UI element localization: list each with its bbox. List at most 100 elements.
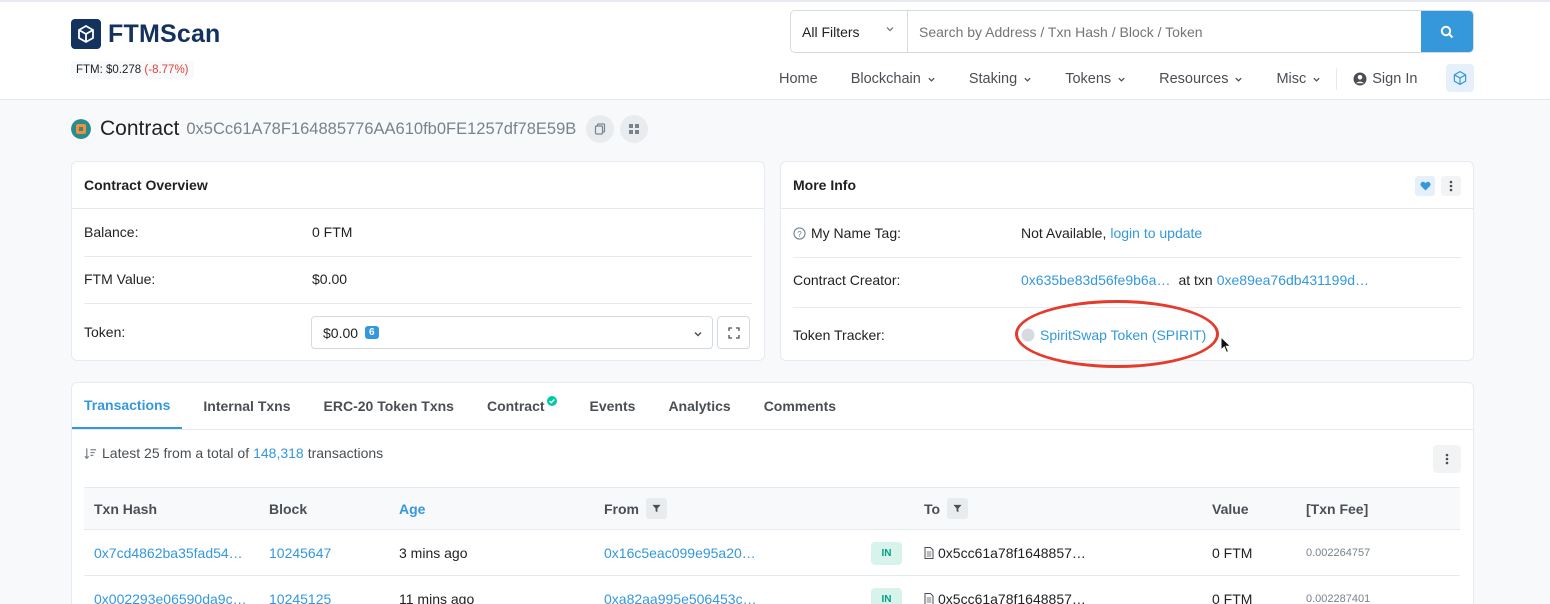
name-tag-row: ? My Name Tag: — [793, 225, 901, 241]
transactions-summary: Latest 25 from a total of 148,318 transa… — [84, 445, 383, 461]
expand-token-view-button[interactable] — [717, 316, 750, 349]
from-filter-button[interactable] — [646, 498, 667, 519]
svg-text:?: ? — [797, 228, 802, 238]
creator-txn-link[interactable]: 0xe89ea76db431199d… — [1217, 272, 1369, 288]
fee-cell: 0.002287401 — [1306, 593, 1371, 604]
chevron-down-icon — [694, 332, 702, 337]
block-link[interactable]: 10245125 — [269, 591, 331, 604]
heart-icon — [1419, 181, 1431, 191]
age-cell: 3 mins ago — [399, 545, 468, 561]
balance-row: Balance: — [84, 224, 138, 240]
tab-erc20-token-txns[interactable]: ERC-20 Token Txns — [312, 383, 466, 429]
nav-home-label: Home — [779, 71, 818, 87]
sign-in-label: Sign In — [1372, 71, 1418, 87]
token-holdings-dropdown[interactable]: $0.00 6 — [311, 316, 713, 349]
creator-value: 0x635be83d56fe9b6a… at txn 0xe89ea76db43… — [1021, 272, 1369, 288]
more-info-title: More Info — [781, 162, 1473, 209]
search-button[interactable] — [1421, 11, 1473, 52]
creator-at-txn: at txn — [1178, 272, 1213, 288]
fee-cell: 0.002264757 — [1306, 547, 1371, 559]
table-header: Txn Hash Block Age From To Value [Txn Fe… — [84, 487, 1460, 530]
main-nav: Home Blockchain Staking Tokens Resources… — [779, 65, 1417, 93]
col-age[interactable]: Age — [399, 488, 425, 529]
nav-home[interactable]: Home — [779, 71, 818, 87]
divider — [84, 303, 752, 304]
balance-label: Balance: — [84, 224, 139, 240]
chevron-down-icon — [928, 77, 935, 82]
contract-overview-card: Contract Overview Balance: 0 FTM FTM Val… — [71, 161, 765, 361]
name-tag-value: Not Available, login to update — [1021, 225, 1202, 241]
favorite-button[interactable] — [1415, 176, 1435, 196]
block-link[interactable]: 10245647 — [269, 545, 331, 561]
tab-analytics[interactable]: Analytics — [656, 383, 742, 429]
tab-contract[interactable]: Contract — [475, 383, 569, 429]
token-holdings-value: $0.00 — [323, 324, 359, 341]
qr-code-button[interactable] — [620, 115, 649, 143]
contract-file-icon — [924, 547, 934, 559]
contract-file-icon — [924, 593, 934, 604]
ftm-price-change: (-8.77%) — [144, 64, 189, 76]
user-circle-icon — [1353, 72, 1367, 86]
nav-blockchain-label: Blockchain — [850, 71, 921, 87]
question-circle-icon: ? — [793, 226, 806, 240]
search-filter-select[interactable]: All Filters — [791, 11, 908, 52]
network-switch-button[interactable] — [1446, 64, 1474, 92]
from-address-link[interactable]: 0xa82aa995e506453c… — [604, 591, 757, 604]
summary-count-link[interactable]: 148,318 — [253, 445, 304, 461]
page-title: Contract 0x5Cc61A78F164885776AA610fb0FE1… — [71, 114, 654, 144]
tab-events[interactable]: Events — [578, 383, 648, 429]
nav-blockchain[interactable]: Blockchain — [851, 71, 936, 87]
to-filter-button[interactable] — [947, 498, 969, 519]
divider — [84, 256, 752, 257]
table-options-button[interactable] — [1433, 445, 1461, 473]
fantom-cube-icon — [1453, 70, 1467, 86]
txn-hash-link[interactable]: 0x002293e06590da9c… — [94, 591, 247, 604]
nav-misc-label: Misc — [1276, 71, 1307, 87]
tab-contract-label: Contract — [486, 398, 545, 414]
tab-comments[interactable]: Comments — [752, 383, 848, 429]
tab-transactions[interactable]: Transactions — [72, 383, 183, 429]
more-options-button[interactable] — [1441, 176, 1461, 196]
tab-internal-txns[interactable]: Internal Txns — [191, 383, 302, 429]
more-vertical-icon — [1445, 453, 1449, 465]
page-title-label: Contract — [100, 117, 180, 140]
creator-address-link[interactable]: 0x635be83d56fe9b6a… — [1021, 272, 1170, 288]
tab-bar: Transactions Internal Txns ERC-20 Token … — [72, 383, 1473, 430]
col-to-label: To — [924, 500, 941, 517]
creator-label: Contract Creator: — [793, 272, 901, 288]
contract-address: 0x5Cc61A78F164885776AA610fb0FE1257df78E5… — [186, 119, 577, 138]
copy-icon — [595, 123, 606, 135]
site-logo[interactable]: FTMScan — [71, 19, 221, 49]
nav-misc[interactable]: Misc — [1276, 71, 1321, 87]
chevron-down-icon — [886, 27, 894, 32]
from-address-link[interactable]: 0x16c5eac099e95a20… — [604, 545, 756, 561]
search-bar: All Filters — [790, 10, 1474, 53]
token-tracker-label: Token Tracker: — [793, 327, 885, 343]
direction-badge: IN — [871, 587, 902, 604]
sign-in-link[interactable]: Sign In — [1353, 71, 1417, 87]
col-value: Value — [1212, 500, 1249, 517]
search-input[interactable] — [908, 11, 1421, 52]
copy-address-button[interactable] — [586, 115, 615, 143]
nav-staking-label: Staking — [968, 71, 1018, 87]
nav-staking[interactable]: Staking — [969, 71, 1032, 87]
brand-name: FTMScan — [108, 19, 221, 48]
col-block: Block — [269, 500, 308, 517]
ftm-value-label: FTM Value: — [84, 271, 156, 287]
more-vertical-icon — [1449, 180, 1453, 192]
qr-code-icon — [629, 124, 640, 134]
verified-check-icon — [546, 395, 557, 406]
nav-tokens[interactable]: Tokens — [1065, 71, 1126, 87]
col-txn-fee[interactable]: [Txn Fee] — [1306, 488, 1368, 529]
nav-resources[interactable]: Resources — [1159, 71, 1243, 87]
mouse-cursor-icon — [1220, 336, 1232, 354]
value-cell: 0 FTM — [1212, 545, 1253, 561]
transactions-card: Transactions Internal Txns ERC-20 Token … — [71, 382, 1474, 604]
more-info-title-text: More Info — [793, 177, 856, 193]
txn-hash-link[interactable]: 0x7cd4862ba35fad54… — [94, 545, 243, 561]
token-count-badge: 6 — [365, 326, 379, 339]
to-address: 0x5cc61a78f1648857… — [938, 545, 1086, 561]
nav-resources-label: Resources — [1159, 71, 1229, 87]
login-to-update-link[interactable]: login to update — [1110, 225, 1202, 241]
direction-badge: IN — [871, 541, 902, 565]
